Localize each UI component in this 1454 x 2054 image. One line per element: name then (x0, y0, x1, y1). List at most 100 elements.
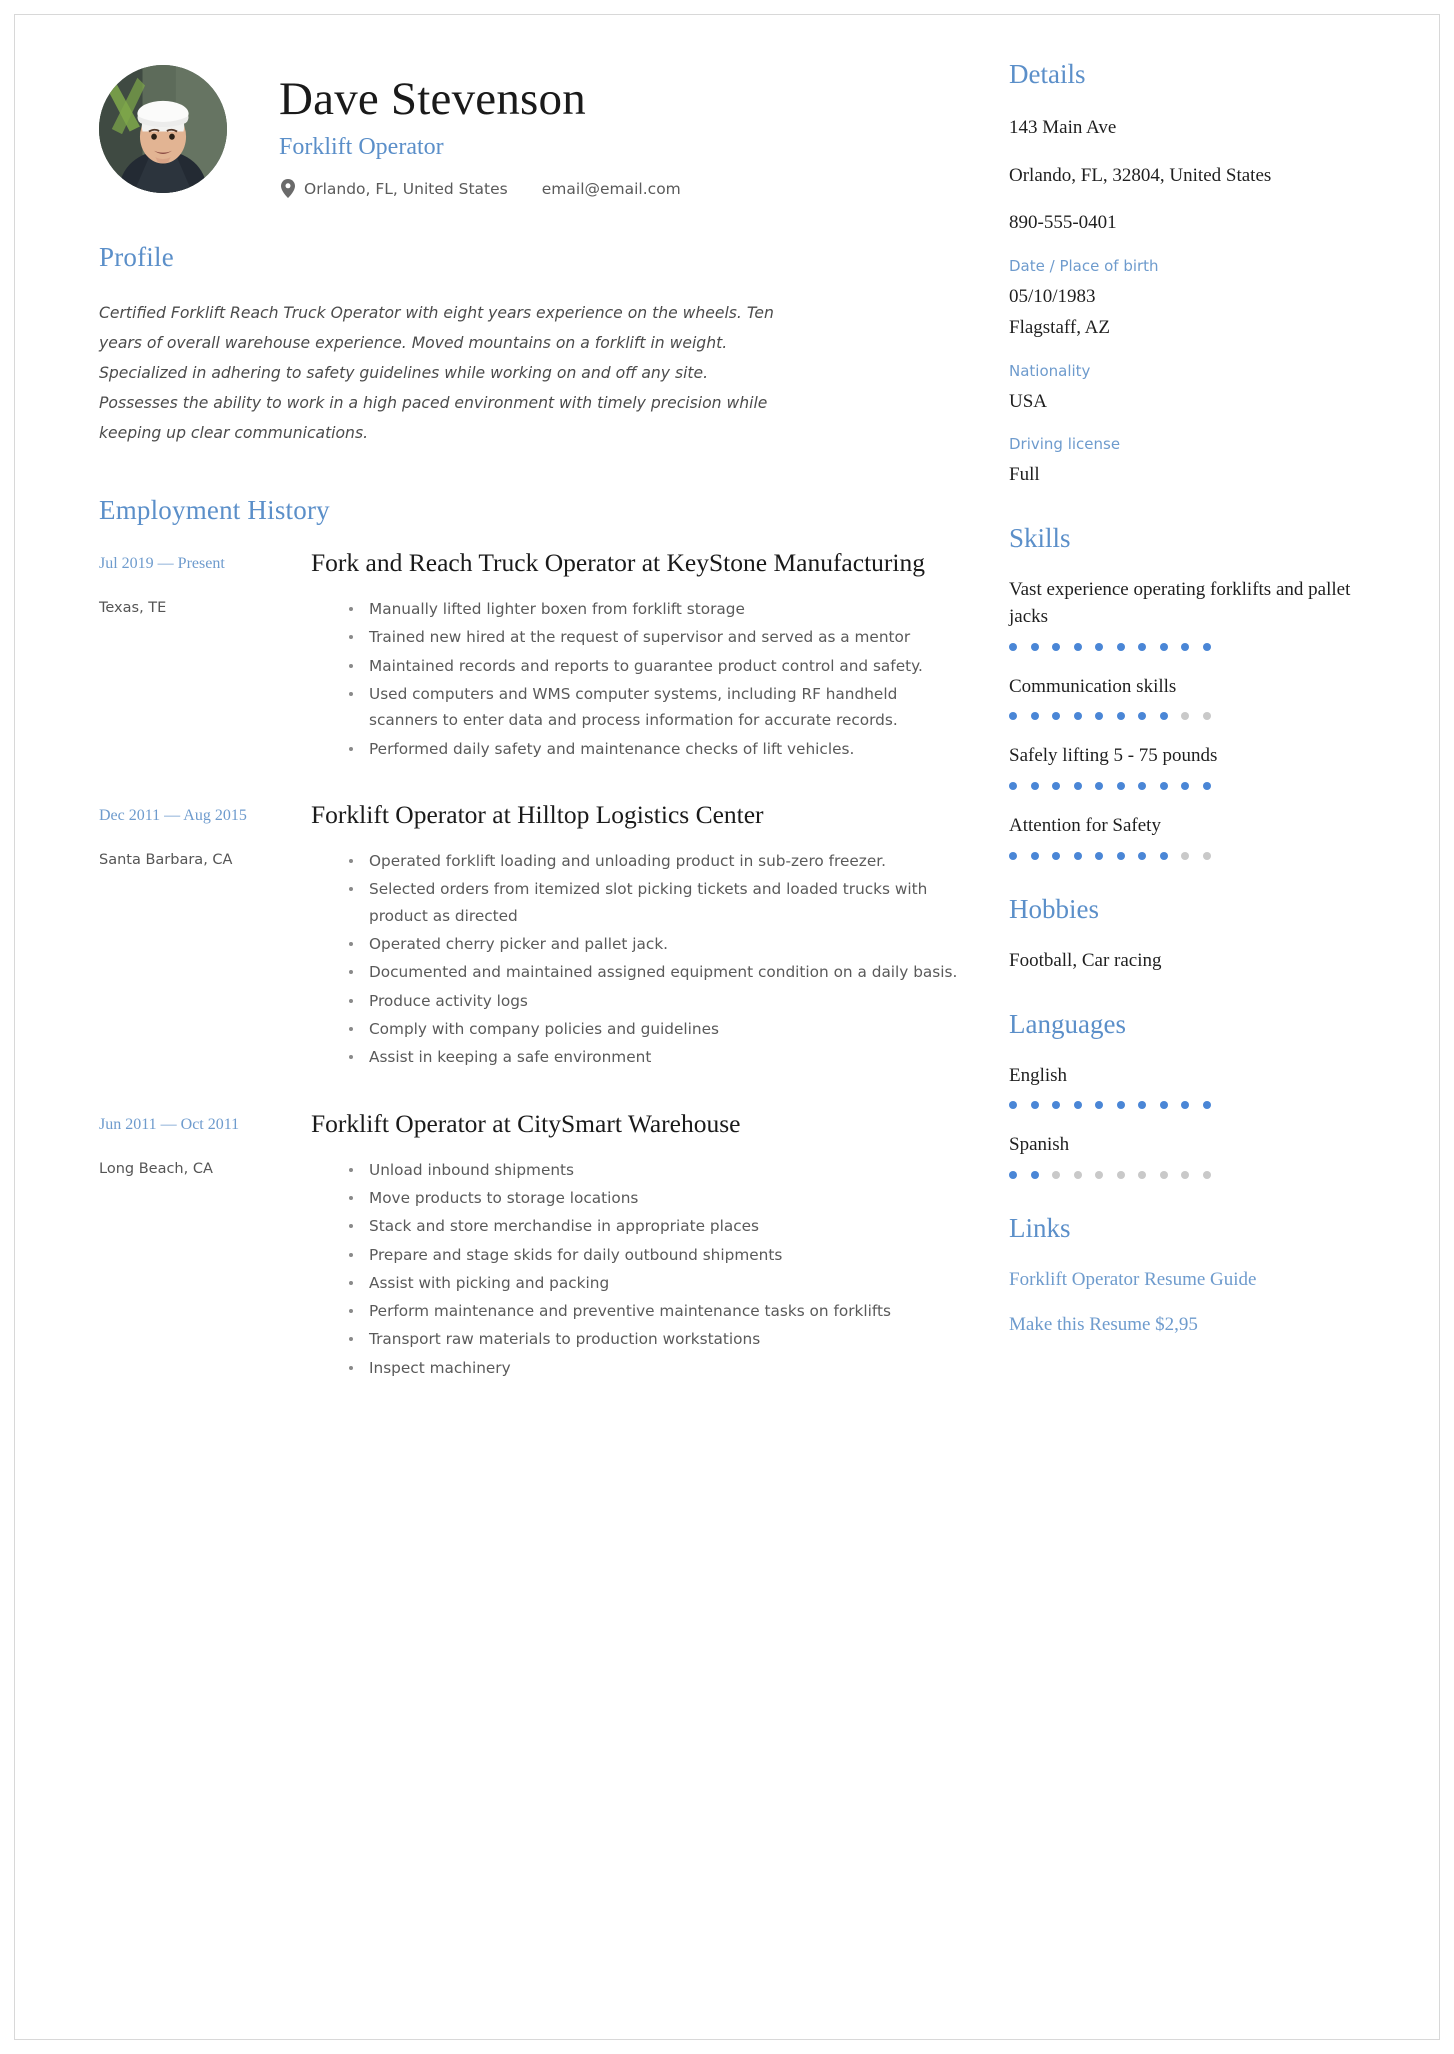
rating-dot-filled (1159, 642, 1168, 651)
list-item: Stack and store merchandise in appropria… (347, 1213, 959, 1239)
rating-dot-empty (1181, 851, 1189, 860)
rating-dot-empty (1073, 1170, 1082, 1179)
resume-page: Dave Stevenson Forklift Operator Orlando… (0, 0, 1454, 2054)
rating-dot-filled (1116, 712, 1125, 721)
rating-dot-filled (1073, 851, 1082, 860)
links-list: Forklift Operator Resume Guide Make this … (1009, 1266, 1373, 1339)
employment-role: Fork and Reach Truck Operator at KeySton… (311, 548, 925, 578)
profile-section: Profile Certified Forklift Reach Truck O… (99, 242, 959, 449)
rating-dot-filled (1052, 712, 1060, 721)
list-item: Operated cherry picker and pallet jack. (347, 931, 959, 957)
list-item: Perform maintenance and preventive maint… (347, 1298, 959, 1324)
rating-dot-filled (1073, 782, 1082, 791)
list-item: Assist with picking and packing (347, 1270, 959, 1296)
rating-dot-empty (1202, 1170, 1211, 1179)
employment-dates: Jun 2011 — Oct 2011 (99, 1115, 240, 1133)
rating-dot-filled (1159, 782, 1168, 791)
languages-list: English Spanish (1009, 1062, 1373, 1179)
list-item: Assist in keeping a safe environment (347, 1044, 959, 1070)
header-text: Dave Stevenson Forklift Operator Orlando… (227, 59, 681, 199)
skill-name: Attention for Safety (1009, 815, 1161, 837)
avatar-photo-icon (99, 65, 227, 193)
skills-section: Skills Vast experience operating forklif… (1009, 523, 1373, 860)
rating-dot-empty (1052, 1170, 1060, 1179)
rating-dot-filled (1095, 642, 1103, 651)
sidebar-column: Details 143 Main Ave Orlando, FL, 32804,… (999, 59, 1373, 1999)
rating-dot-filled (1052, 851, 1060, 860)
detail-license-label: Driving license (1009, 435, 1121, 454)
rating-dot-filled (1030, 1101, 1039, 1110)
rating-dot-filled (1052, 1101, 1060, 1110)
resume-sheet: Dave Stevenson Forklift Operator Orlando… (14, 14, 1440, 2040)
map-pin-icon (281, 179, 295, 199)
rating-dots (1009, 780, 1373, 791)
rating-dots (1009, 710, 1373, 721)
rating-dot-filled (1030, 642, 1039, 651)
list-item: Selected orders from itemized slot picki… (347, 876, 959, 929)
rating-dot-filled (1116, 642, 1125, 651)
rating-dot-filled (1138, 851, 1146, 860)
rating-dot-filled (1138, 642, 1146, 651)
rating-dots (1009, 1169, 1373, 1179)
employment-bullets: Operated forklift loading and unloading … (311, 848, 959, 1070)
employment-location: Texas, TE (99, 600, 167, 617)
links-heading: Links (1009, 1212, 1071, 1243)
detail-birth-place: Flagstaff, AZ (1009, 317, 1110, 339)
rating-dot-empty (1202, 851, 1211, 860)
rating-dot-filled (1095, 851, 1103, 860)
list-item: Manually lifted lighter boxen from forkl… (347, 596, 959, 622)
link-item[interactable]: Make this Resume $2,95 (1009, 1311, 1373, 1339)
rating-dot-filled (1052, 782, 1060, 791)
rating-dot-filled (1073, 712, 1082, 721)
detail-nationality-label: Nationality (1009, 361, 1091, 380)
employment-heading: Employment History (99, 495, 330, 526)
rating-dot-filled (1138, 782, 1146, 791)
employment-dates: Dec 2011 — Aug 2015 (99, 806, 247, 824)
rating-dot-filled (1009, 712, 1017, 721)
details-heading: Details (1009, 59, 1086, 89)
links-section: Links Forklift Operator Resume Guide Make… (1009, 1213, 1373, 1339)
list-item: Inspect machinery (347, 1355, 959, 1381)
rating-dot-filled (1202, 1101, 1211, 1110)
detail-address: 143 Main Ave (1009, 117, 1117, 138)
skill-name: Safely lifting 5 - 75 pounds (1009, 745, 1218, 767)
list-item: Comply with company policies and guideli… (347, 1016, 959, 1042)
rating-dot-filled (1030, 712, 1039, 721)
contact-row: Orlando, FL, United States email@email.c… (279, 179, 681, 199)
employment-bullets: Manually lifted lighter boxen from forkl… (311, 596, 959, 762)
rating-dot-filled (1095, 1101, 1103, 1110)
employment-dates: Jul 2019 — Present (99, 555, 225, 573)
rating-dot-filled (1030, 1170, 1039, 1179)
list-item: Documented and maintained assigned equip… (347, 959, 959, 985)
employment-item: Jun 2011 — Oct 2011 Long Beach, CA Forklif… (99, 1107, 959, 1384)
list-item: Used computers and WMS computer systems,… (347, 681, 959, 734)
list-item: Unload inbound shipments (347, 1157, 959, 1183)
employment-role: Forklift Operator at CitySmart Warehouse (311, 1108, 741, 1138)
employment-body: Forklift Operator at Hilltop Logistics C… (311, 798, 959, 1073)
rating-dot-empty (1159, 1170, 1168, 1179)
rating-dot-filled (1181, 642, 1189, 651)
rating-dot-filled (1159, 851, 1168, 860)
link-item[interactable]: Forklift Operator Resume Guide (1009, 1266, 1373, 1294)
rating-dot-filled (1030, 782, 1039, 791)
rating-dot-filled (1073, 642, 1082, 651)
rating-dot-filled (1095, 782, 1103, 791)
rating-dot-filled (1116, 851, 1125, 860)
employment-meta: Dec 2011 — Aug 2015 Santa Barbara, CA (99, 798, 311, 1073)
employment-meta: Jun 2011 — Oct 2011 Long Beach, CA (99, 1107, 311, 1384)
contact-email[interactable]: email@email.com (542, 180, 681, 198)
rating-dot-empty (1181, 1170, 1189, 1179)
detail-nationality-value: USA (1009, 390, 1048, 412)
list-item: Maintained records and reports to guaran… (347, 653, 959, 679)
hobbies-heading: Hobbies (1009, 893, 1099, 924)
languages-section: Languages English Spanish (1009, 1009, 1373, 1179)
skills-heading: Skills (1009, 522, 1071, 553)
profile-text: Certified Forklift Reach Truck Operator … (99, 304, 774, 443)
rating-dot-filled (1030, 851, 1039, 860)
hobbies-section: Hobbies Football, Car racing (1009, 894, 1373, 975)
rating-dot-filled (1116, 782, 1125, 791)
rating-dot-filled (1181, 782, 1189, 791)
rating-dot-empty (1181, 712, 1189, 721)
detail-phone: 890-555-0401 (1009, 212, 1117, 234)
hobbies-value: Football, Car racing (1009, 949, 1162, 971)
